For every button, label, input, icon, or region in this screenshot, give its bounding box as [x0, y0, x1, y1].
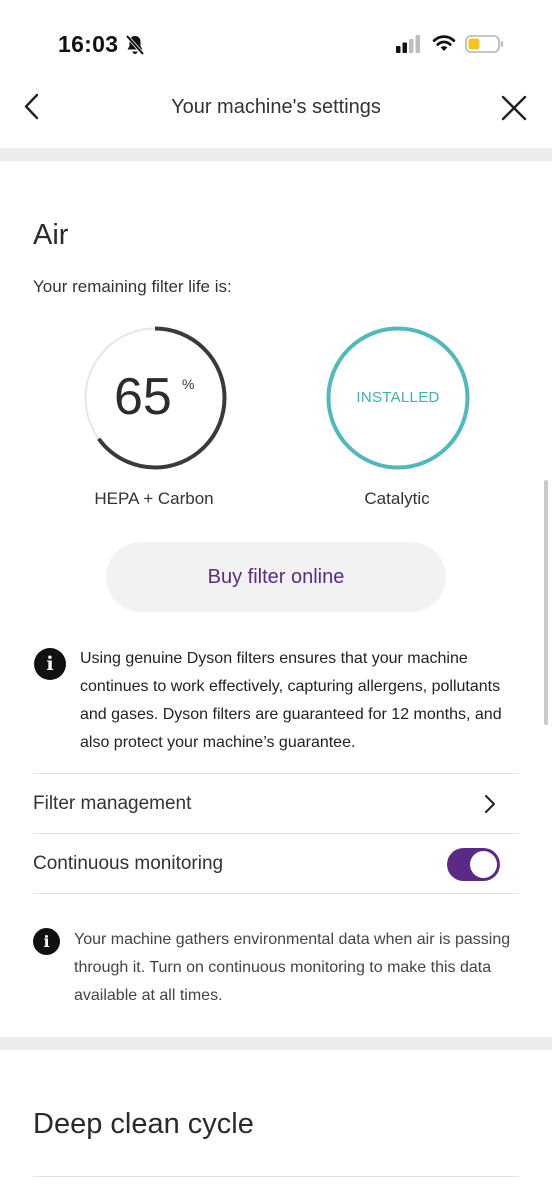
hepa-filter-value: 65 [114, 368, 172, 426]
scrollbar[interactable] [544, 480, 548, 725]
air-section-title: Air [33, 219, 69, 251]
filter-life-label: Your remaining filter life is: [33, 277, 232, 296]
section-divider [0, 148, 552, 161]
divider [33, 1176, 519, 1177]
filter-management-row[interactable]: Filter management [0, 774, 552, 833]
close-icon [501, 95, 527, 121]
cellular-signal-icon [396, 35, 420, 53]
deep-clean-section-title: Deep clean cycle [33, 1108, 254, 1140]
hepa-filter-unit: % [182, 376, 195, 392]
catalytic-status: INSTALLED [356, 389, 440, 406]
continuous-monitoring-label: Continuous monitoring [33, 853, 224, 874]
status-time: 16:03 [58, 31, 119, 57]
battery-icon [465, 35, 504, 53]
hepa-filter-caption: HEPA + Carbon [94, 489, 214, 508]
info-icon: i [34, 648, 66, 680]
nav-header: Your machine's settings [0, 80, 552, 148]
section-divider [0, 1037, 552, 1050]
chevron-right-icon[interactable] [482, 794, 498, 814]
continuous-monitoring-toggle[interactable] [447, 848, 500, 881]
divider [33, 893, 519, 894]
info-icon: i [33, 928, 60, 955]
toggle-knob [470, 851, 497, 878]
close-button[interactable] [500, 94, 528, 122]
wifi-icon [432, 35, 456, 51]
status-bar: 16:03 [0, 0, 552, 80]
divider [33, 833, 519, 834]
page-title: Your machine's settings [171, 96, 381, 118]
bell-slash-icon [125, 34, 145, 56]
genuine-filter-info: Using genuine Dyson filters ensures that… [80, 650, 502, 751]
catalytic-filter-caption: Catalytic [364, 489, 430, 508]
filter-management-label: Filter management [33, 793, 192, 814]
buy-filter-button[interactable]: Buy filter online [106, 542, 446, 612]
monitoring-info: Your machine gathers environmental data … [74, 931, 511, 1004]
